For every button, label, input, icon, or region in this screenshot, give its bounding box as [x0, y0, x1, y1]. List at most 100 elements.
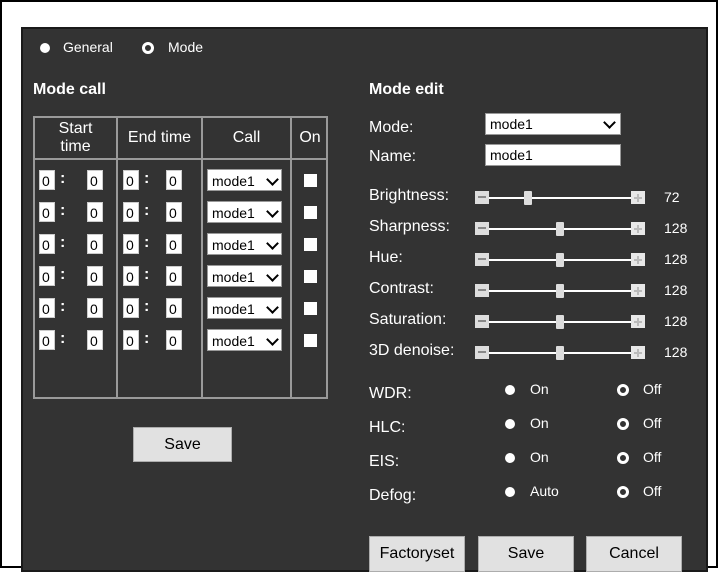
slider-thumb[interactable]: [556, 346, 564, 360]
option1-radio[interactable]: [505, 487, 515, 497]
end-minute-input[interactable]: 0: [166, 234, 182, 254]
start-hour-input[interactable]: 0: [39, 202, 55, 222]
start-time-header: Start time: [58, 120, 93, 155]
plus-icon[interactable]: [631, 222, 645, 235]
minus-icon[interactable]: [475, 253, 489, 266]
on-checkbox[interactable]: [304, 238, 317, 251]
end-minute-input[interactable]: 0: [166, 298, 182, 318]
plus-icon[interactable]: [631, 253, 645, 266]
minus-icon[interactable]: [475, 284, 489, 297]
slider-control[interactable]: [475, 253, 645, 267]
minus-icon[interactable]: [475, 346, 489, 359]
on-checkbox[interactable]: [304, 302, 317, 315]
start-hour-input[interactable]: 0: [39, 330, 55, 350]
end-hour-input[interactable]: 0: [123, 330, 139, 350]
slider-thumb[interactable]: [556, 315, 564, 329]
end-hour-input[interactable]: 0: [123, 234, 139, 254]
call-select[interactable]: mode1: [207, 233, 282, 255]
start-minute-input[interactable]: 0: [87, 266, 103, 286]
call-select[interactable]: mode1: [207, 265, 282, 287]
start-hour-input[interactable]: 0: [39, 234, 55, 254]
mode-edit-save-button[interactable]: Save: [478, 536, 574, 572]
minus-icon[interactable]: [475, 191, 489, 204]
option2-radio[interactable]: [617, 384, 629, 396]
mode-tab-label: Mode: [168, 39, 204, 55]
start-hour-input[interactable]: 0: [39, 298, 55, 318]
call-select[interactable]: mode1: [207, 201, 282, 223]
minus-icon[interactable]: [475, 315, 489, 328]
plus-icon[interactable]: [631, 315, 645, 328]
colon-separator: :: [60, 266, 66, 283]
name-input[interactable]: mode1: [485, 144, 621, 166]
slider-control[interactable]: [475, 284, 645, 298]
slider-control[interactable]: [475, 315, 645, 329]
start-hour-input[interactable]: 0: [39, 170, 55, 190]
option1-radio[interactable]: [505, 453, 515, 463]
chevron-down-icon: [266, 269, 279, 282]
slider-control[interactable]: [475, 222, 645, 236]
start-minute-input[interactable]: 0: [87, 170, 103, 190]
slider-control[interactable]: [475, 191, 645, 205]
minus-icon[interactable]: [475, 222, 489, 235]
option2-label: Off: [643, 381, 662, 397]
mode-call-title: Mode call: [33, 81, 106, 98]
end-time-header: End time: [127, 129, 192, 146]
slider-label: Contrast:: [369, 280, 434, 297]
cancel-button[interactable]: Cancel: [586, 536, 682, 572]
start-minute-input[interactable]: 0: [87, 234, 103, 254]
option1-radio[interactable]: [505, 385, 515, 395]
option1-label: On: [530, 449, 549, 465]
general-label: General: [63, 39, 113, 55]
option2-radio[interactable]: [617, 418, 629, 430]
start-minute-input[interactable]: 0: [87, 202, 103, 222]
end-hour-input[interactable]: 0: [123, 266, 139, 286]
mode-call-save-button[interactable]: Save: [133, 427, 232, 462]
colon-separator: :: [144, 298, 150, 315]
option1-radio[interactable]: [505, 419, 515, 429]
slider-thumb[interactable]: [523, 191, 532, 205]
on-checkbox[interactable]: [304, 206, 317, 219]
factoryset-button[interactable]: Factoryset: [369, 536, 465, 572]
start-minute-input[interactable]: 0: [87, 298, 103, 318]
end-minute-input[interactable]: 0: [166, 170, 182, 190]
option2-radio[interactable]: [617, 486, 629, 498]
slider-thumb[interactable]: [556, 284, 564, 298]
plus-icon[interactable]: [631, 346, 645, 359]
general-radio[interactable]: [40, 43, 50, 53]
option2-radio[interactable]: [617, 452, 629, 464]
slider-label: 3D denoise:: [369, 342, 455, 359]
colon-separator: :: [144, 170, 150, 187]
option2-label: Off: [643, 415, 662, 431]
on-checkbox[interactable]: [304, 174, 317, 187]
end-minute-input[interactable]: 0: [166, 266, 182, 286]
call-select[interactable]: mode1: [207, 169, 282, 191]
mode-radio[interactable]: [142, 42, 154, 54]
slider-thumb[interactable]: [556, 222, 564, 236]
slider-control[interactable]: [475, 346, 645, 360]
start-minute-input[interactable]: 0: [87, 330, 103, 350]
start-hour-input[interactable]: 0: [39, 266, 55, 286]
toggle-label: WDR:: [369, 385, 412, 402]
colon-separator: :: [60, 234, 66, 251]
end-minute-input[interactable]: 0: [166, 330, 182, 350]
call-select[interactable]: mode1: [207, 329, 282, 351]
colon-separator: :: [60, 298, 66, 315]
plus-icon[interactable]: [631, 284, 645, 297]
table-row: 0 : 0 0 : 0 mode1: [35, 265, 326, 292]
mode-select[interactable]: mode1: [485, 113, 621, 135]
call-select[interactable]: mode1: [207, 297, 282, 319]
on-checkbox[interactable]: [304, 270, 317, 283]
slider-thumb[interactable]: [556, 253, 564, 267]
toggle-label: EIS:: [369, 453, 400, 470]
end-minute-input[interactable]: 0: [166, 202, 182, 222]
end-hour-input[interactable]: 0: [123, 202, 139, 222]
end-hour-input[interactable]: 0: [123, 170, 139, 190]
on-checkbox[interactable]: [304, 334, 317, 347]
end-hour-input[interactable]: 0: [123, 298, 139, 318]
plus-icon[interactable]: [631, 191, 645, 204]
option2-label: Off: [643, 483, 662, 499]
colon-separator: :: [144, 330, 150, 347]
option1-label: On: [530, 415, 549, 431]
option1-label: Auto: [530, 483, 559, 499]
chevron-down-icon: [266, 333, 279, 346]
